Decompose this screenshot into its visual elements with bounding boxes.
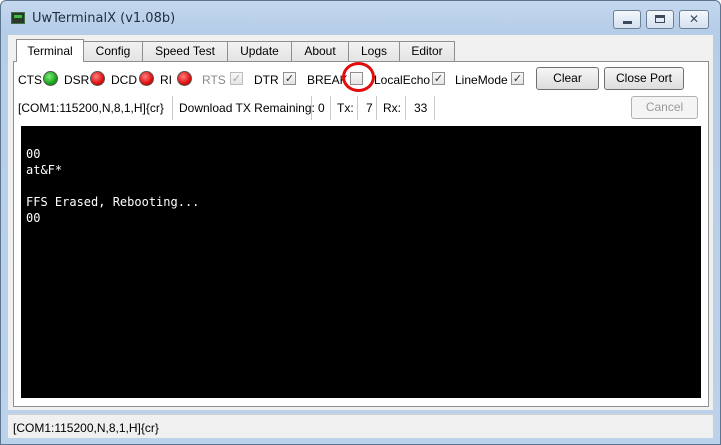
signal-row: CTS DSR DCD RI RTS ✓ DTR ✓ BREAK LocalEc…	[14, 62, 708, 92]
client-area: Terminal Config Speed Test Update About …	[8, 35, 713, 410]
minimize-button[interactable]	[613, 10, 641, 29]
highlight-circle-annotation	[342, 62, 375, 92]
rx-label: Rx:	[383, 101, 401, 115]
separator	[405, 96, 406, 120]
local-echo-label: LocalEcho	[374, 73, 431, 87]
separator	[357, 96, 358, 120]
ri-led-icon	[177, 71, 192, 86]
cts-label: CTS	[18, 73, 42, 87]
dcd-led-icon	[139, 71, 154, 86]
window-title: UwTerminalX (v1.08b)	[32, 11, 176, 26]
tab-terminal[interactable]: Terminal	[16, 39, 84, 62]
app-window: UwTerminalX (v1.08b) Terminal Config Spe…	[0, 0, 721, 445]
dtr-label: DTR	[254, 73, 279, 87]
cancel-button[interactable]: Cancel	[631, 96, 698, 119]
close-window-button[interactable]	[679, 10, 709, 29]
cts-led-icon	[43, 71, 58, 86]
terminal-text: 00 at&F* FFS Erased, Rebooting... 00	[26, 147, 200, 225]
rts-label: RTS	[202, 73, 226, 87]
download-tx-value: 0	[318, 101, 325, 115]
status-bar: [COM1:115200,N,8,1,H]{cr}	[8, 414, 713, 438]
maximize-button[interactable]	[646, 10, 674, 29]
dcd-label: DCD	[111, 73, 137, 87]
line-mode-label: LineMode	[455, 73, 508, 87]
tab-update[interactable]: Update	[227, 41, 292, 62]
port-settings-text: [COM1:115200,N,8,1,H]{cr}	[18, 101, 164, 115]
title-bar[interactable]: UwTerminalX (v1.08b)	[1, 1, 720, 35]
clear-button[interactable]: Clear	[536, 67, 599, 90]
status-bar-text: [COM1:115200,N,8,1,H]{cr}	[13, 421, 159, 435]
info-row: [COM1:115200,N,8,1,H]{cr} Download TX Re…	[14, 96, 708, 120]
tab-config[interactable]: Config	[83, 41, 143, 62]
dsr-led-icon	[90, 71, 105, 86]
tab-editor[interactable]: Editor	[399, 41, 455, 62]
separator	[434, 96, 435, 120]
line-mode-checkbox[interactable]: ✓	[511, 72, 524, 85]
rx-value: 33	[414, 101, 428, 115]
rts-checkbox[interactable]: ✓	[230, 72, 243, 85]
dtr-checkbox[interactable]: ✓	[283, 72, 296, 85]
tab-about[interactable]: About	[291, 41, 349, 62]
tx-value: 7	[366, 101, 373, 115]
download-tx-label: Download TX Remaining:	[179, 101, 315, 115]
terminal-tab-panel: CTS DSR DCD RI RTS ✓ DTR ✓ BREAK LocalEc…	[13, 61, 709, 407]
close-port-button[interactable]: Close Port	[604, 67, 684, 90]
local-echo-checkbox[interactable]: ✓	[432, 72, 445, 85]
separator	[172, 96, 173, 120]
separator	[330, 96, 331, 120]
separator	[311, 96, 312, 120]
terminal-app-icon	[11, 12, 25, 24]
dsr-label: DSR	[64, 73, 90, 87]
ri-label: RI	[160, 73, 172, 87]
separator	[376, 96, 377, 120]
tab-logs[interactable]: Logs	[348, 41, 400, 62]
terminal-output[interactable]: 00 at&F* FFS Erased, Rebooting... 00	[21, 126, 701, 398]
tx-label: Tx:	[337, 101, 354, 115]
tab-speed-test[interactable]: Speed Test	[142, 41, 228, 62]
